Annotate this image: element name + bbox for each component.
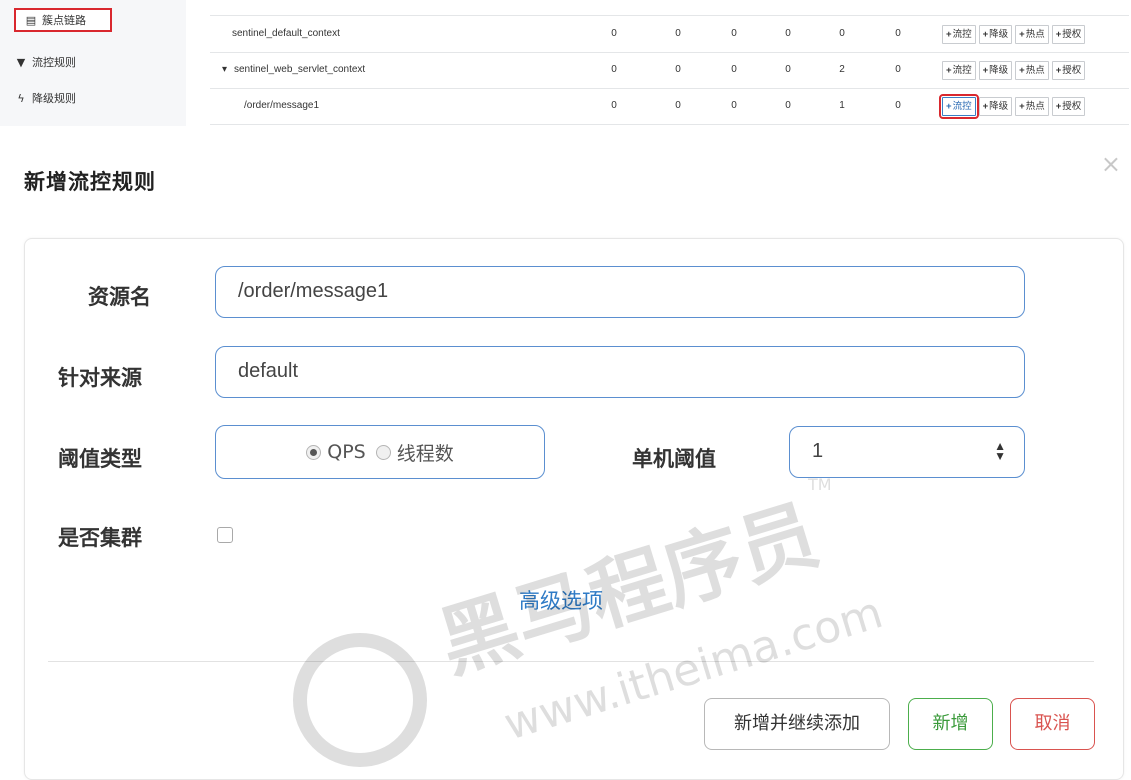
cell-value: 0 xyxy=(895,64,901,75)
filter-icon: ▼ xyxy=(16,55,26,69)
dialog-title: 新增流控规则 xyxy=(24,170,156,194)
cluster-mode-checkbox[interactable] xyxy=(217,527,233,543)
table-row: /order/message1 0 0 0 0 1 0 +流控 +降级 +热点 … xyxy=(210,88,1129,125)
expand-toggle[interactable]: ▾ xyxy=(222,52,227,88)
cell-value: 0 xyxy=(611,28,617,39)
resource-name-label: 资源名 xyxy=(88,285,151,309)
threshold-type-radio-group: QPS 线程数 xyxy=(215,425,545,479)
footer-divider xyxy=(48,661,1094,662)
add-authority-rule-button[interactable]: +授权 xyxy=(1051,97,1086,116)
cell-value: 0 xyxy=(785,64,791,75)
sidebar-item-label: 流控规则 xyxy=(32,56,76,69)
add-degrade-rule-button[interactable]: +降级 xyxy=(978,25,1013,44)
resource-name: sentinel_web_servlet_context xyxy=(234,64,366,75)
cell-value: 0 xyxy=(785,28,791,39)
radio-selected-icon[interactable] xyxy=(306,444,322,460)
resource-name-input[interactable]: /order/message1 xyxy=(215,266,1025,318)
single-threshold-label: 单机阈值 xyxy=(632,447,716,471)
cell-value: 0 xyxy=(731,28,737,39)
add-flow-rule-button[interactable]: +流控 xyxy=(942,61,976,80)
cell-value: 0 xyxy=(839,28,845,39)
add-and-continue-button[interactable]: 新增并继续添加 xyxy=(704,698,890,750)
single-threshold-stepper[interactable]: 1 ▲ ▼ xyxy=(789,426,1025,478)
cell-value: 2 xyxy=(839,64,845,75)
cell-value: 0 xyxy=(895,28,901,39)
resource-name: sentinel_default_context xyxy=(232,28,340,39)
add-hotspot-rule-button[interactable]: +热点 xyxy=(1015,97,1049,116)
sidebar: ▤ 簇点链路 ▼ 流控规则 ϟ 降级规则 xyxy=(0,0,186,126)
advanced-options-link[interactable]: 高级选项 xyxy=(519,585,603,615)
cancel-button[interactable]: 取消 xyxy=(1010,698,1095,750)
add-degrade-rule-button[interactable]: +降级 xyxy=(978,61,1013,80)
cell-value: 0 xyxy=(785,100,791,111)
resource-table: sentinel_default_context 0 0 0 0 0 0 +流控… xyxy=(210,0,1129,126)
add-flow-rule-button[interactable]: +流控 xyxy=(939,94,979,119)
table-header xyxy=(210,0,1129,16)
sidebar-item-degrade-rules[interactable]: ϟ 降级规则 xyxy=(14,86,76,110)
cell-value: 0 xyxy=(675,64,681,75)
add-authority-rule-button[interactable]: +授权 xyxy=(1051,25,1086,44)
list-icon: ▤ xyxy=(25,13,37,27)
cell-value: 1 xyxy=(839,100,845,111)
add-authority-rule-button[interactable]: +授权 xyxy=(1051,61,1086,80)
resource-name: /order/message1 xyxy=(244,100,320,111)
add-degrade-rule-button[interactable]: +降级 xyxy=(978,97,1013,116)
cell-value: 0 xyxy=(731,100,737,111)
stepper-value: 1 xyxy=(812,440,824,462)
table-row: ▾ sentinel_web_servlet_context 0 0 0 0 2… xyxy=(210,52,1129,89)
add-button[interactable]: 新增 xyxy=(908,698,993,750)
add-hotspot-rule-button[interactable]: +热点 xyxy=(1015,25,1049,44)
add-flow-rule-button[interactable]: +流控 xyxy=(942,25,976,44)
cell-value: 0 xyxy=(611,64,617,75)
add-hotspot-rule-button[interactable]: +热点 xyxy=(1015,61,1049,80)
stepper-arrows-icon[interactable]: ▲ ▼ xyxy=(994,440,1006,462)
cell-value: 0 xyxy=(611,100,617,111)
sidebar-item-flow-rules[interactable]: ▼ 流控规则 xyxy=(14,50,76,74)
sidebar-item-label: 簇点链路 xyxy=(42,14,86,27)
radio-option-thread-count[interactable]: 线程数 xyxy=(375,439,454,466)
limit-origin-input[interactable]: default xyxy=(215,346,1025,398)
sidebar-item-label: 降级规则 xyxy=(32,92,76,105)
threshold-type-label: 阈值类型 xyxy=(58,447,142,471)
cluster-mode-label: 是否集群 xyxy=(58,526,142,550)
sidebar-item-cluster-point-links[interactable]: ▤ 簇点链路 xyxy=(14,8,112,32)
radio-option-qps[interactable]: QPS xyxy=(306,441,366,463)
cell-value: 0 xyxy=(675,28,681,39)
cell-value: 0 xyxy=(895,100,901,111)
bolt-icon: ϟ xyxy=(17,91,25,105)
cell-value: 0 xyxy=(675,100,681,111)
close-icon[interactable]: × xyxy=(1101,152,1121,176)
console-panel: ▤ 簇点链路 ▼ 流控规则 ϟ 降级规则 sentinel_default_co… xyxy=(0,0,1131,128)
radio-unselected-icon[interactable] xyxy=(375,444,391,460)
cell-value: 0 xyxy=(731,64,737,75)
table-row: sentinel_default_context 0 0 0 0 0 0 +流控… xyxy=(210,16,1129,53)
limit-origin-label: 针对来源 xyxy=(58,366,142,390)
